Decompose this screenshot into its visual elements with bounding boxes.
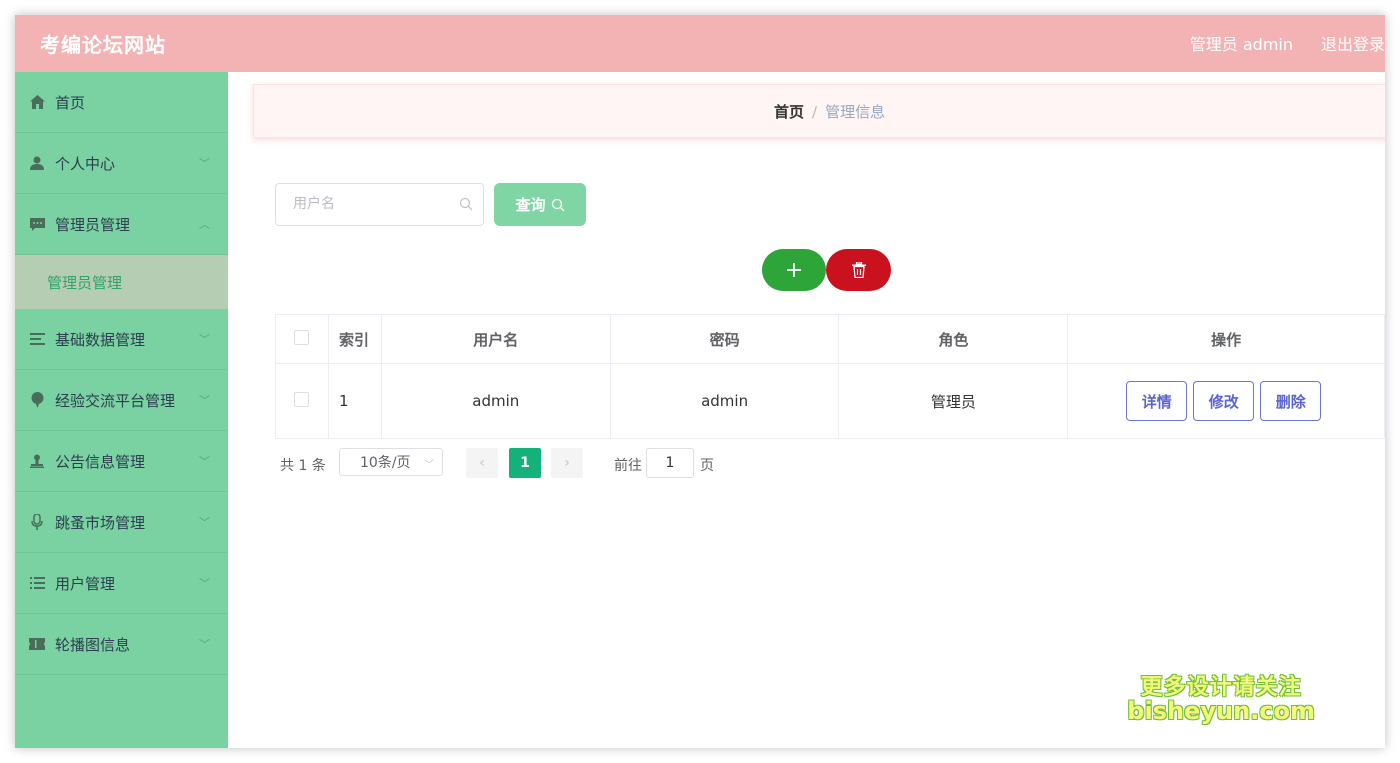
breadcrumb: 首页 / 管理信息 bbox=[774, 101, 885, 122]
search-icon bbox=[459, 196, 473, 211]
sidebar-item-label: 用户管理 bbox=[55, 574, 116, 593]
chevron-down-icon: ﹀ bbox=[199, 577, 210, 590]
sidebar-item-home[interactable]: 首页 bbox=[15, 72, 228, 133]
user-icon bbox=[29, 155, 45, 171]
menu-list-icon bbox=[29, 575, 45, 591]
sidebar-item-announcement[interactable]: 公告信息管理 ﹀ bbox=[15, 431, 228, 492]
sidebar: 首页 个人中心 ﹀ 管理员管理 ︿ 管理员管理 基础数据管理 ﹀ 经验交流平台管… bbox=[15, 72, 228, 748]
prev-page-button[interactable]: ‹ bbox=[466, 448, 498, 478]
next-page-button[interactable]: › bbox=[551, 448, 583, 478]
breadcrumb-home[interactable]: 首页 bbox=[774, 103, 804, 121]
mic-icon bbox=[29, 514, 45, 530]
watermark-line2: bisheyun.com bbox=[1127, 696, 1315, 725]
sidebar-item-experience-platform[interactable]: 经验交流平台管理 ﹀ bbox=[15, 370, 228, 431]
watermark: 更多设计请关注 bisheyun.com bbox=[1127, 676, 1315, 724]
sidebar-item-label: 基础数据管理 bbox=[55, 330, 146, 349]
batch-delete-button[interactable] bbox=[826, 249, 891, 291]
sidebar-item-label: 管理员管理 bbox=[55, 215, 131, 234]
column-header-role: 角色 bbox=[838, 314, 1069, 364]
query-button[interactable]: 查询 bbox=[494, 183, 586, 226]
sidebar-item-admin-management[interactable]: 管理员管理 ︿ bbox=[15, 194, 228, 255]
app-window: 考编论坛网站 管理员 admin 退出登录 首页 个人中心 ﹀ 管理员管理 ︿ bbox=[15, 15, 1385, 748]
balloon-icon bbox=[29, 392, 45, 408]
stamp-icon bbox=[29, 453, 45, 469]
goto-page-input[interactable] bbox=[646, 448, 694, 478]
total-count: 共 1 条 bbox=[280, 458, 326, 474]
row-select-cell bbox=[275, 363, 329, 439]
chevron-down-icon: ﹀ bbox=[199, 638, 210, 651]
chevron-down-icon: ﹀ bbox=[199, 455, 210, 468]
sidebar-item-label: 跳蚤市场管理 bbox=[55, 513, 146, 532]
top-header: 考编论坛网站 管理员 admin 退出登录 bbox=[15, 15, 1385, 72]
ticket-icon bbox=[29, 636, 45, 652]
sidebar-item-user-management[interactable]: 用户管理 ﹀ bbox=[15, 553, 228, 614]
chevron-left-icon: ‹ bbox=[479, 455, 485, 471]
sidebar-item-label: 公告信息管理 bbox=[55, 452, 146, 471]
column-header-index: 索引 bbox=[327, 314, 382, 364]
cell-username: admin bbox=[380, 363, 611, 439]
chevron-right-icon: › bbox=[564, 455, 570, 471]
home-icon bbox=[29, 94, 45, 110]
page-size-value: 10条/页 bbox=[360, 455, 411, 471]
page-number-1[interactable]: 1 bbox=[509, 448, 541, 478]
column-header-password: 密码 bbox=[609, 314, 840, 364]
breadcrumb-bar: 首页 / 管理信息 bbox=[253, 84, 1385, 138]
cell-role: 管理员 bbox=[838, 363, 1069, 439]
main-content: 首页 / 管理信息 查询 + bbox=[228, 72, 1385, 748]
watermark-line1: 更多设计请关注 bbox=[1140, 674, 1302, 700]
table-header-row: 索引 用户名 密码 角色 操作 bbox=[275, 314, 1385, 364]
chat-icon bbox=[29, 216, 45, 232]
column-header-username: 用户名 bbox=[380, 314, 611, 364]
sidebar-item-base-data[interactable]: 基础数据管理 ﹀ bbox=[15, 309, 228, 370]
chevron-down-icon: ﹀ bbox=[199, 394, 210, 407]
trash-icon bbox=[851, 262, 866, 278]
chevron-down-icon: ﹀ bbox=[199, 157, 210, 170]
sidebar-item-label: 首页 bbox=[55, 93, 86, 112]
column-header-actions: 操作 bbox=[1067, 314, 1385, 364]
sidebar-item-label: 轮播图信息 bbox=[55, 635, 131, 654]
chevron-down-icon: ﹀ bbox=[424, 460, 434, 471]
query-button-label: 查询 bbox=[515, 196, 546, 214]
search-input[interactable] bbox=[291, 184, 455, 224]
add-button[interactable]: + bbox=[762, 249, 826, 291]
admin-table: 索引 用户名 密码 角色 操作 1 admin admin 管理员 详情 修改 删除 bbox=[275, 314, 1385, 439]
row-checkbox[interactable] bbox=[294, 391, 310, 407]
sidebar-item-personal-center[interactable]: 个人中心 ﹀ bbox=[15, 133, 228, 194]
goto-unit: 页 bbox=[700, 458, 714, 474]
list-icon bbox=[29, 331, 45, 347]
delete-button[interactable]: 删除 bbox=[1260, 381, 1322, 421]
edit-button[interactable]: 修改 bbox=[1193, 381, 1255, 421]
sidebar-item-label: 个人中心 bbox=[55, 154, 116, 173]
sidebar-subitem-admin-management[interactable]: 管理员管理 bbox=[15, 255, 228, 309]
select-all-cell bbox=[275, 314, 329, 364]
detail-button[interactable]: 详情 bbox=[1126, 381, 1188, 421]
sidebar-item-label: 经验交流平台管理 bbox=[55, 391, 176, 410]
goto-label: 前往 bbox=[614, 458, 642, 474]
cell-index: 1 bbox=[327, 363, 382, 439]
table-row: 1 admin admin 管理员 详情 修改 删除 bbox=[275, 363, 1385, 439]
chevron-up-icon: ︿ bbox=[199, 218, 210, 231]
select-all-checkbox[interactable] bbox=[294, 329, 310, 345]
logout-link[interactable]: 退出登录 bbox=[1321, 31, 1385, 55]
search-icon bbox=[551, 198, 565, 212]
chevron-down-icon: ﹀ bbox=[199, 333, 210, 346]
sidebar-item-carousel[interactable]: 轮播图信息 ﹀ bbox=[15, 614, 228, 675]
username-search-field[interactable] bbox=[275, 183, 484, 226]
cell-password: admin bbox=[609, 363, 840, 439]
page-size-select[interactable]: 10条/页 ﹀ bbox=[339, 448, 443, 476]
cell-actions: 详情 修改 删除 bbox=[1067, 363, 1385, 439]
chevron-down-icon: ﹀ bbox=[199, 516, 210, 529]
admin-label: 管理员 admin bbox=[1189, 35, 1293, 54]
breadcrumb-separator: / bbox=[812, 103, 818, 121]
sidebar-item-flea-market[interactable]: 跳蚤市场管理 ﹀ bbox=[15, 492, 228, 553]
breadcrumb-current: 管理信息 bbox=[825, 103, 886, 121]
site-title: 考编论坛网站 bbox=[40, 33, 166, 57]
